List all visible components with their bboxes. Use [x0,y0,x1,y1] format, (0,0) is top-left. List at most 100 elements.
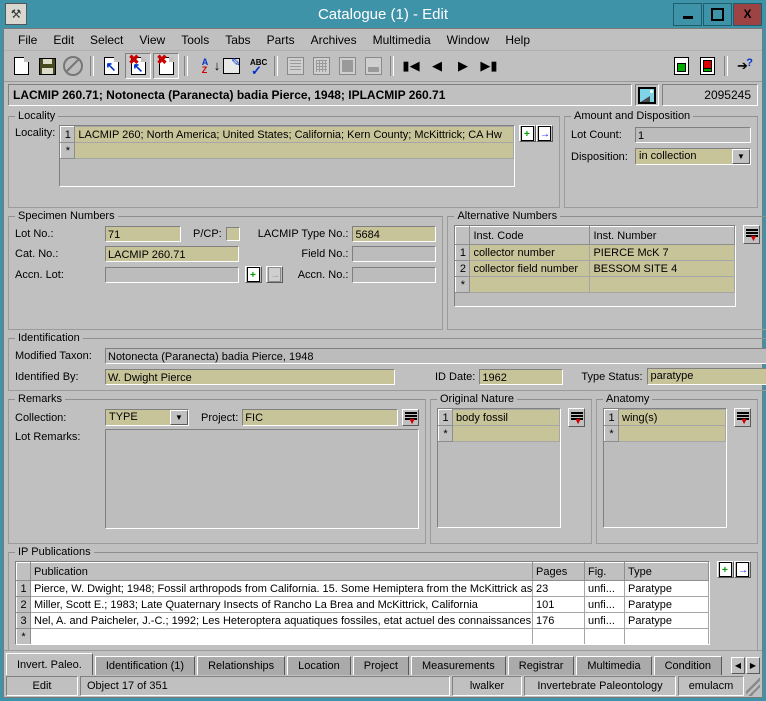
type-cell[interactable]: Paratype [624,596,709,613]
attach-record-button[interactable] [669,54,693,78]
table-row[interactable]: 1 collector number PIERCE McK 7 [455,244,736,261]
minimize-button[interactable] [673,2,702,26]
inst-code-cell[interactable] [469,276,591,293]
anatomy-value[interactable]: wing(s) [617,409,727,426]
project-lookup-button[interactable]: ▼ [402,409,419,426]
menu-tabs[interactable]: Tabs [217,31,258,49]
accn-lot-field[interactable] [105,266,239,283]
tab-scroll-left-button[interactable]: ◀ [731,657,745,674]
inst-number-cell[interactable]: PIERCE McK 7 [589,244,736,261]
column-header-publication[interactable]: Publication [30,562,533,581]
fig-cell[interactable]: unfi... [584,580,625,597]
report-view-button[interactable] [361,54,385,78]
alternative-numbers-lookup-button[interactable]: ▼ [743,225,761,244]
alternative-numbers-grid[interactable]: Inst. Code Inst. Number 1 collector numb… [454,225,737,307]
inst-number-cell[interactable] [589,276,736,293]
save-button[interactable] [35,54,59,78]
menu-multimedia[interactable]: Multimedia [365,31,439,49]
tab-multimedia[interactable]: Multimedia [576,656,652,675]
pages-cell[interactable]: 101 [532,596,585,613]
spellcheck-button[interactable]: ABC ✓ [245,54,269,78]
type-cell[interactable]: Paratype [624,612,709,629]
chevron-down-icon[interactable]: ▼ [732,149,750,164]
tab-project[interactable]: Project [352,656,409,675]
lot-count-field[interactable]: 1 [635,127,751,143]
ip-publications-grid[interactable]: Publication Pages Fig. Type 1 Pierce, W.… [15,561,710,645]
chevron-down-icon[interactable]: ▼ [170,410,188,425]
column-header-type[interactable]: Type [624,562,709,581]
original-nature-lookup-button[interactable]: ▼ [568,408,586,427]
publication-cell[interactable]: Nel, A. and Paicheler, J.-C.; 1992; Les … [30,612,533,629]
accn-no-field[interactable] [352,266,437,283]
anatomy-lookup-button[interactable]: ▼ [734,408,752,427]
list-view-button[interactable] [283,54,307,78]
menu-file[interactable]: File [10,31,45,49]
type-cell[interactable]: Paratype [624,580,709,597]
first-record-button[interactable]: ▮◀ [399,54,423,78]
maximize-button[interactable] [703,2,732,26]
column-header-inst-number[interactable]: Inst. Number [589,226,736,245]
locality-value[interactable]: LACMIP 260; North America; United States… [74,126,514,143]
column-header-fig[interactable]: Fig. [584,562,625,581]
pages-cell[interactable]: 23 [532,580,585,597]
goto-publication-button[interactable]: → [734,561,751,578]
collection-combo[interactable]: TYPE ▼ [105,409,189,426]
original-nature-grid[interactable]: 1 body fossil * [437,408,562,528]
publication-cell[interactable] [30,628,533,644]
next-record-button[interactable]: ▶ [451,54,475,78]
publication-cell[interactable]: Miller, Scott E.; 1983; Late Quaternary … [30,596,533,613]
fig-cell[interactable]: unfi... [584,612,625,629]
publication-cell[interactable]: Pierce, W. Dwight; 1948; Fossil arthropo… [30,580,533,597]
disposition-combo[interactable]: in collection ▼ [635,148,751,165]
anatomy-value-empty[interactable] [617,425,727,442]
menu-edit[interactable]: Edit [45,31,82,49]
lot-remarks-field[interactable] [105,429,419,529]
table-row[interactable]: * [16,628,709,644]
table-row[interactable]: 2 Miller, Scott E.; 1983; Late Quaternar… [16,596,709,613]
add-publication-button[interactable]: + [717,561,734,578]
lacmip-type-no-field[interactable]: 5684 [352,226,437,242]
field-no-field[interactable] [352,246,437,262]
revert-button[interactable] [61,54,85,78]
details-view-button[interactable] [335,54,359,78]
pcp-checkbox[interactable] [225,227,240,241]
tab-measurements[interactable]: Measurements [410,656,506,675]
menu-archives[interactable]: Archives [303,31,365,49]
resize-grip[interactable] [746,676,760,696]
menu-window[interactable]: Window [439,31,498,49]
identified-by-field[interactable]: W. Dwight Pierce [105,368,395,385]
cut-record-button[interactable]: ✖ [153,53,179,79]
project-field[interactable]: FIC [242,409,398,426]
menu-tools[interactable]: Tools [173,31,217,49]
copy-records-button[interactable] [695,54,719,78]
insert-record-button[interactable]: ↖ [99,54,123,78]
inst-code-cell[interactable]: collector number [469,244,591,261]
type-status-combo[interactable]: paratype ▼ [646,368,766,385]
locality-grid[interactable]: 1 LACMIP 260; North America; United Stat… [59,125,515,187]
table-view-button[interactable] [309,54,333,78]
table-row[interactable]: 3 Nel, A. and Paicheler, J.-C.; 1992; Le… [16,612,709,629]
inst-code-cell[interactable]: collector field number [469,260,591,277]
table-row[interactable]: * [438,425,561,442]
goto-accn-lot-button[interactable]: → [266,266,283,283]
table-row[interactable]: 1 body fossil [438,409,561,426]
menu-parts[interactable]: Parts [259,31,303,49]
inst-number-cell[interactable]: BESSOM SITE 4 [589,260,736,277]
record-image-button[interactable] [635,84,659,106]
tab-invert-paleo[interactable]: Invert. Paleo. [6,653,93,675]
new-record-button[interactable] [9,54,33,78]
add-accn-lot-button[interactable]: + [245,266,262,283]
fig-cell[interactable] [584,628,625,644]
add-locality-button[interactable]: + [518,125,536,142]
menu-help[interactable]: Help [497,31,538,49]
menu-view[interactable]: View [131,31,173,49]
tab-identification[interactable]: Identification (1) [94,656,196,675]
tab-scroll-right-button[interactable]: ▶ [746,657,760,674]
column-header-inst-code[interactable]: Inst. Code [469,226,591,245]
lot-no-field[interactable]: 71 [105,226,181,242]
tab-registrar[interactable]: Registrar [507,656,575,675]
table-row[interactable]: * [604,425,727,442]
tab-condition[interactable]: Condition [653,656,723,675]
id-date-field[interactable]: 1962 [479,368,564,385]
delete-record-button[interactable]: ✖ ↖ [125,53,151,79]
